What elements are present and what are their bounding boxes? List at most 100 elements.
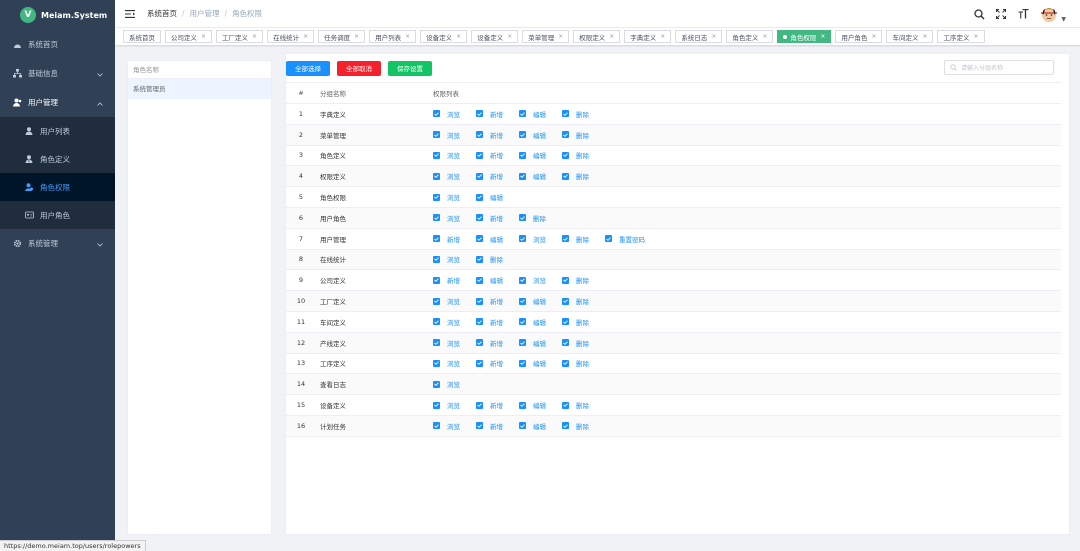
close-icon[interactable]: × [762, 33, 767, 40]
checkbox-checked-icon[interactable] [433, 380, 440, 388]
close-icon[interactable]: × [405, 33, 410, 40]
checkbox-checked-icon[interactable] [562, 359, 569, 367]
tag-14[interactable]: 用户角色 × [835, 30, 883, 43]
select-all-button[interactable]: 全部选择 [286, 60, 330, 76]
checkbox-checked-icon[interactable] [519, 297, 526, 305]
checkbox-checked-icon[interactable] [476, 276, 483, 284]
permission-checkbox[interactable]: 新增 [476, 400, 503, 410]
checkbox-checked-icon[interactable] [476, 235, 483, 243]
permission-checkbox[interactable]: 删除 [562, 109, 589, 119]
permission-checkbox[interactable]: 新增 [476, 109, 503, 119]
permission-checkbox[interactable]: 编辑 [476, 234, 503, 244]
checkbox-checked-icon[interactable] [476, 172, 483, 180]
logo[interactable]: V Meiam.System [0, 0, 115, 30]
checkbox-checked-icon[interactable] [562, 422, 569, 430]
hamburger-icon[interactable] [125, 9, 135, 18]
checkbox-checked-icon[interactable] [519, 110, 526, 118]
permission-checkbox[interactable]: 新增 [476, 317, 503, 327]
permission-checkbox[interactable]: 新增 [476, 150, 503, 160]
permission-checkbox[interactable]: 删除 [562, 338, 589, 348]
permission-checkbox[interactable]: 删除 [562, 234, 589, 244]
checkbox-checked-icon[interactable] [519, 401, 526, 409]
checkbox-checked-icon[interactable] [519, 214, 526, 222]
checkbox-checked-icon[interactable] [433, 359, 440, 367]
avatar[interactable] [1039, 4, 1060, 24]
close-icon[interactable]: × [558, 33, 563, 40]
role-row[interactable]: 系统管理员 [128, 79, 271, 99]
permission-checkbox[interactable]: 删除 [562, 400, 589, 410]
checkbox-checked-icon[interactable] [433, 422, 440, 430]
checkbox-checked-icon[interactable] [562, 110, 569, 118]
permission-checkbox[interactable]: 浏览 [433, 296, 460, 306]
checkbox-checked-icon[interactable] [562, 172, 569, 180]
checkbox-checked-icon[interactable] [433, 255, 440, 263]
close-icon[interactable]: × [922, 33, 927, 40]
tag-10[interactable]: 字典定义 × [624, 30, 672, 43]
permission-checkbox[interactable]: 浏览 [433, 109, 460, 119]
permission-checkbox[interactable]: 删除 [562, 421, 589, 431]
tag-0[interactable]: 系统首页 [123, 30, 161, 43]
permission-checkbox[interactable]: 编辑 [519, 296, 546, 306]
breadcrumb-home[interactable]: 系统首页 [147, 8, 177, 19]
checkbox-checked-icon[interactable] [433, 235, 440, 243]
breadcrumb-parent[interactable]: 用户管理 [190, 8, 220, 19]
checkbox-checked-icon[interactable] [519, 318, 526, 326]
permission-checkbox[interactable]: 删除 [562, 275, 589, 285]
checkbox-checked-icon[interactable] [433, 151, 440, 159]
sidebar-item-basic-info[interactable]: 基础信息 [0, 59, 115, 88]
checkbox-checked-icon[interactable] [433, 172, 440, 180]
checkbox-checked-icon[interactable] [476, 401, 483, 409]
permission-checkbox[interactable]: 删除 [562, 130, 589, 140]
checkbox-checked-icon[interactable] [433, 318, 440, 326]
close-icon[interactable]: × [252, 33, 257, 40]
permission-checkbox[interactable]: 编辑 [519, 130, 546, 140]
tag-11[interactable]: 系统日志 × [675, 30, 723, 43]
tag-5[interactable]: 用户列表 × [369, 30, 417, 43]
tag-12[interactable]: 角色定义 × [726, 30, 774, 43]
permission-checkbox[interactable]: 编辑 [519, 171, 546, 181]
checkbox-checked-icon[interactable] [476, 297, 483, 305]
cancel-all-button[interactable]: 全部取消 [337, 60, 381, 76]
checkbox-checked-icon[interactable] [519, 422, 526, 430]
checkbox-checked-icon[interactable] [519, 276, 526, 284]
permission-checkbox[interactable]: 删除 [562, 150, 589, 160]
checkbox-checked-icon[interactable] [433, 110, 440, 118]
checkbox-checked-icon[interactable] [519, 339, 526, 347]
permission-checkbox[interactable]: 重置密码 [605, 234, 645, 244]
tag-1[interactable]: 公司定义 × [165, 30, 213, 43]
checkbox-checked-icon[interactable] [433, 193, 440, 201]
tag-3[interactable]: 在线统计 × [267, 30, 315, 43]
checkbox-checked-icon[interactable] [476, 131, 483, 139]
tag-2[interactable]: 工厂定义 × [216, 30, 264, 43]
permission-checkbox[interactable]: 编辑 [476, 275, 503, 285]
save-settings-button[interactable]: 保存设置 [388, 60, 432, 76]
permission-checkbox[interactable]: 新增 [476, 130, 503, 140]
permission-checkbox[interactable]: 新增 [476, 171, 503, 181]
permission-checkbox[interactable]: 删除 [476, 254, 503, 264]
sidebar-item-system-management[interactable]: 系统管理 [0, 229, 115, 258]
permission-checkbox[interactable]: 浏览 [433, 130, 460, 140]
checkbox-checked-icon[interactable] [562, 401, 569, 409]
checkbox-checked-icon[interactable] [562, 297, 569, 305]
checkbox-checked-icon[interactable] [476, 255, 483, 263]
checkbox-checked-icon[interactable] [433, 276, 440, 284]
close-icon[interactable]: × [871, 33, 876, 40]
permission-checkbox[interactable]: 浏览 [433, 421, 460, 431]
tag-9[interactable]: 权限定义 × [573, 30, 621, 43]
permission-checkbox[interactable]: 新增 [476, 296, 503, 306]
checkbox-checked-icon[interactable] [476, 339, 483, 347]
permission-checkbox[interactable]: 编辑 [519, 338, 546, 348]
search-icon[interactable] [973, 8, 985, 20]
permission-checkbox[interactable]: 浏览 [519, 234, 546, 244]
tag-8[interactable]: 菜单管理 × [522, 30, 570, 43]
checkbox-checked-icon[interactable] [562, 318, 569, 326]
sidebar-item-role-permission[interactable]: 角色权限 [0, 173, 115, 201]
permission-checkbox[interactable]: 浏览 [433, 213, 460, 223]
close-icon[interactable]: × [201, 33, 206, 40]
checkbox-checked-icon[interactable] [433, 401, 440, 409]
permission-checkbox[interactable]: 编辑 [519, 317, 546, 327]
checkbox-checked-icon[interactable] [562, 131, 569, 139]
permission-checkbox[interactable]: 编辑 [519, 109, 546, 119]
permission-checkbox[interactable]: 浏览 [433, 254, 460, 264]
permission-checkbox[interactable]: 浏览 [433, 379, 460, 389]
